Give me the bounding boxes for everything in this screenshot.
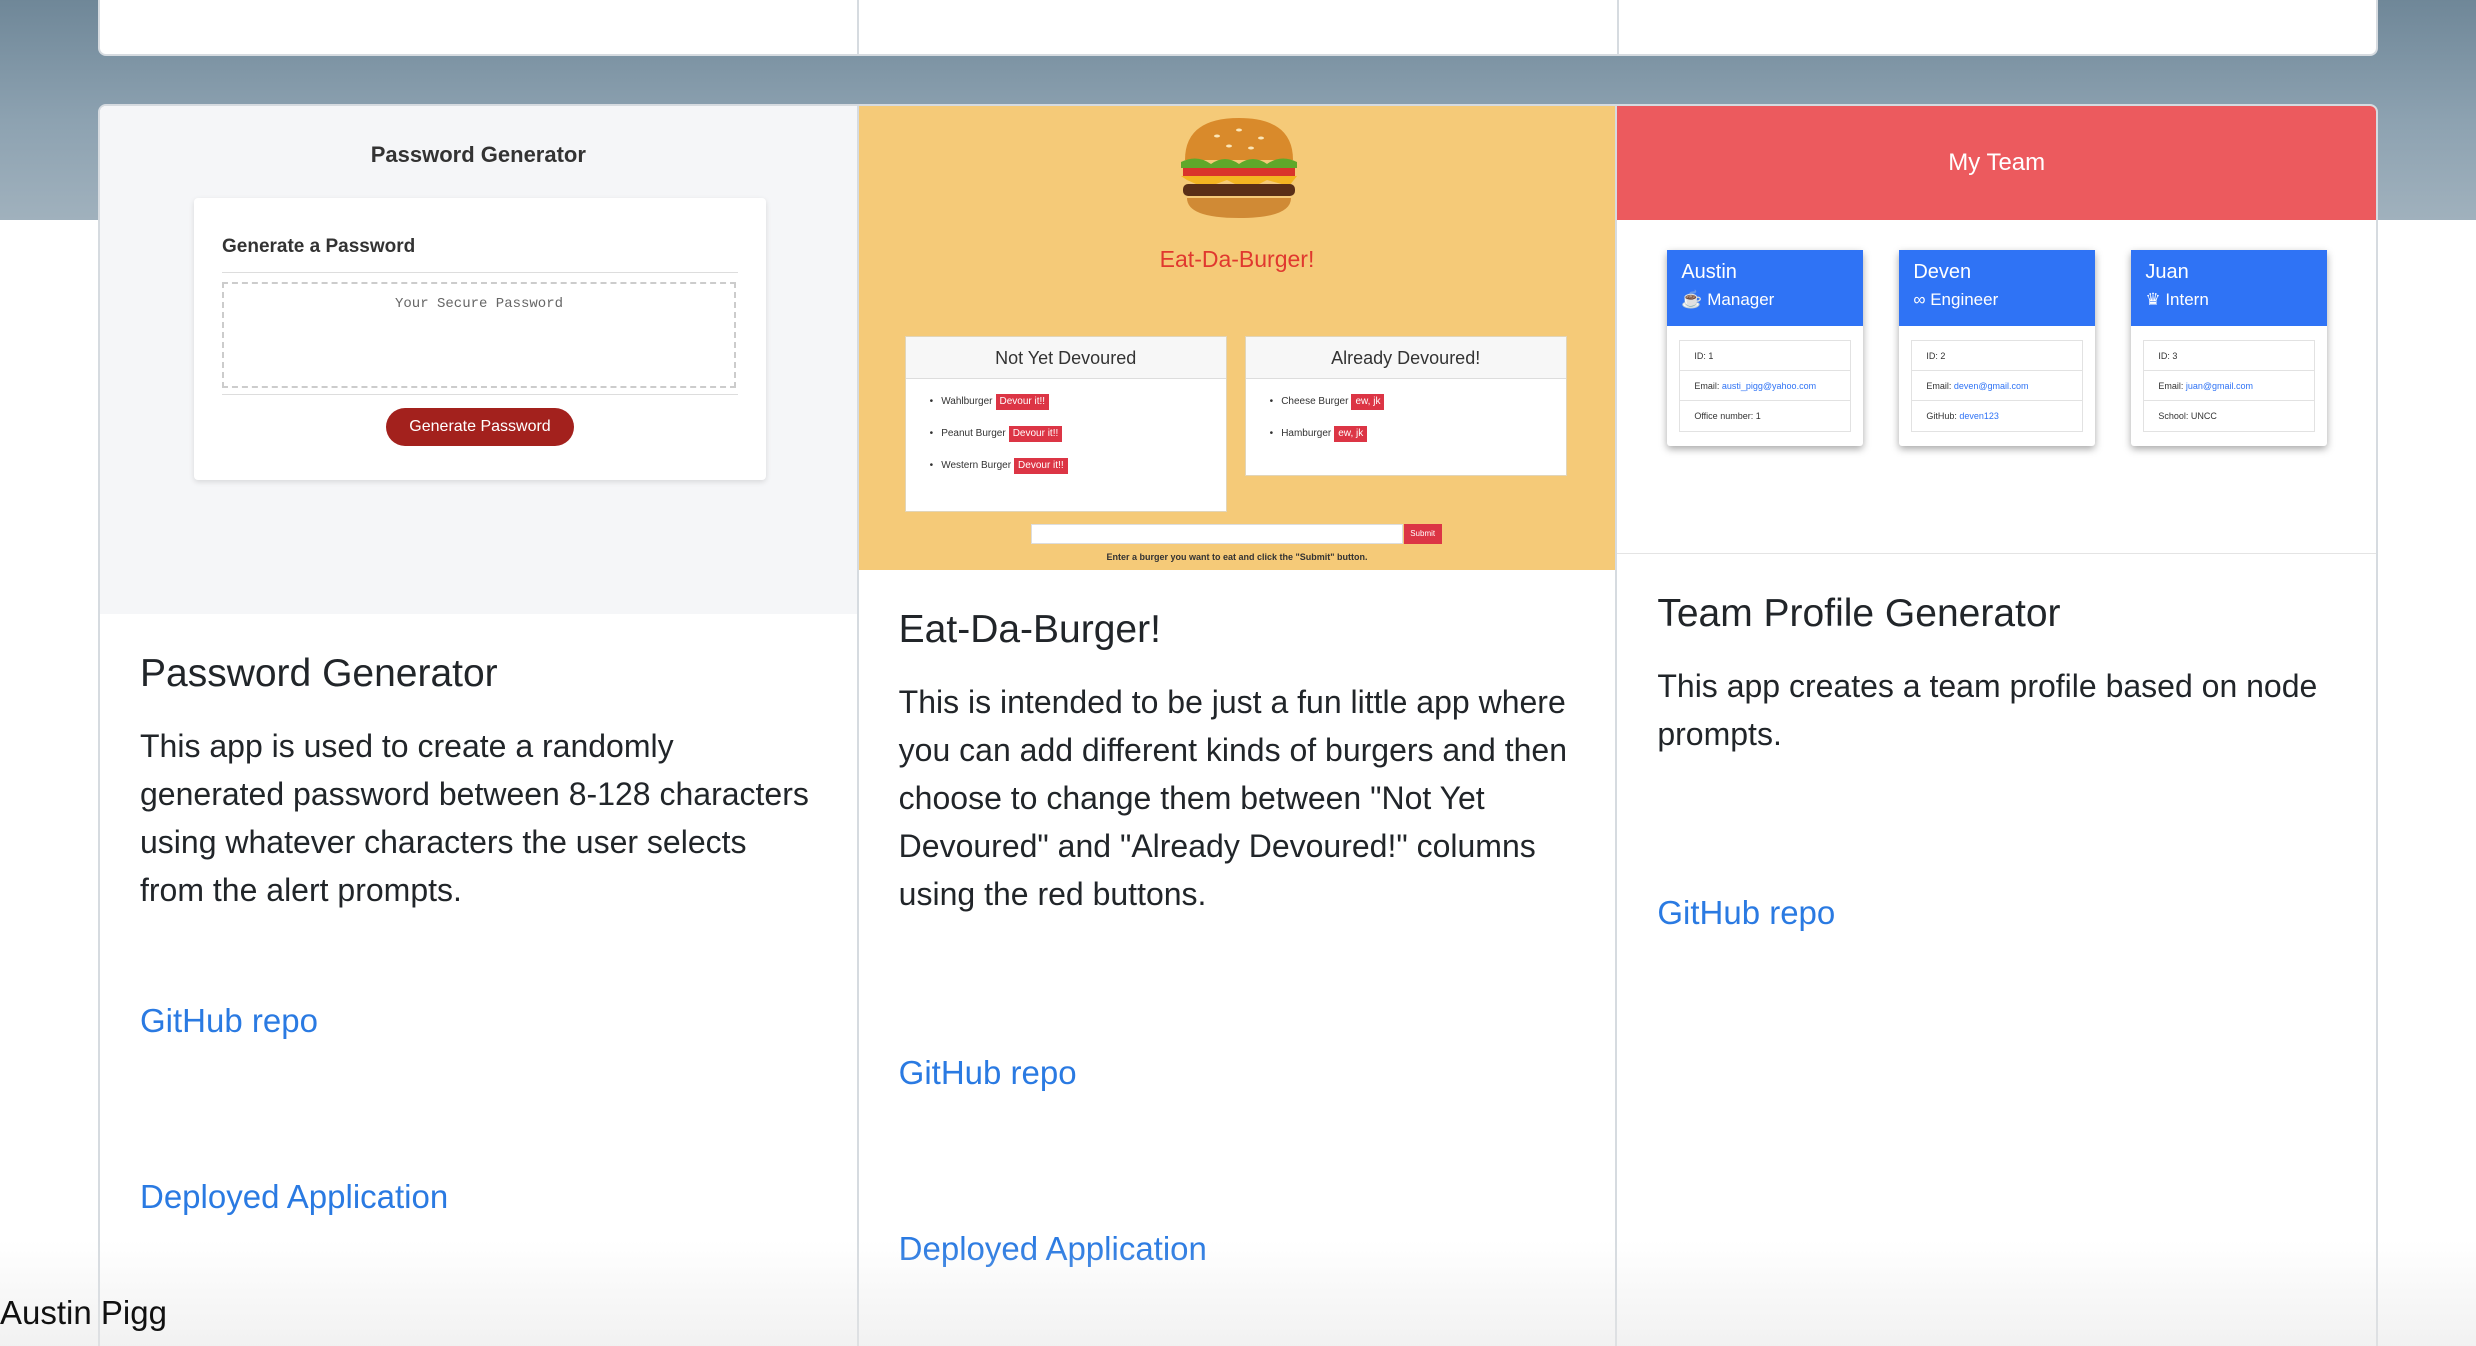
employee-card: Austin ☕ Manager ID: 1 Email: austi_pigg… bbox=[1667, 250, 1864, 446]
employee-role: Intern bbox=[2165, 290, 2209, 309]
card-title: Eat-Da-Burger! bbox=[898, 608, 1161, 651]
employee-card: Deven ∞ Engineer ID: 2 Email: deven@gmai… bbox=[1899, 250, 2096, 446]
project-screenshot[interactable]: My Team Austin ☕ Manager ID: 1 Email: au… bbox=[1617, 106, 2376, 554]
preview-card-heading: Generate a Password bbox=[222, 236, 416, 257]
employee-id: ID: 3 bbox=[2144, 341, 2315, 371]
github-repo-link[interactable]: GitHub repo bbox=[1657, 894, 1835, 932]
previous-card bbox=[100, 0, 860, 54]
employee-role: Engineer bbox=[1930, 290, 1999, 309]
employee-info: ID: 3 Email: juan@gmail.com School: UNCC bbox=[2143, 340, 2316, 432]
employee-info: ID: 2 Email: deven@gmail.com GitHub: dev… bbox=[1911, 340, 2084, 432]
divider bbox=[222, 394, 738, 395]
not-yet-devoured-panel: Not Yet Devoured WahlburgerDevour it!! P… bbox=[904, 336, 1227, 512]
panel-heading: Already Devoured! bbox=[1245, 337, 1566, 379]
project-screenshot[interactable]: Password Generator Generate a Password Y… bbox=[100, 106, 857, 614]
coffee-icon: ☕ bbox=[1681, 290, 1703, 309]
list-item: Hamburgerew, jk bbox=[1270, 423, 1566, 455]
burger-input bbox=[1030, 524, 1403, 544]
graduate-icon: ♛ bbox=[2145, 290, 2161, 309]
email-link: deven@gmail.com bbox=[1953, 381, 2029, 391]
github-label: GitHub: bbox=[1926, 411, 1957, 421]
github-repo-link[interactable]: GitHub repo bbox=[140, 1002, 318, 1040]
email-label: Email: bbox=[1926, 381, 1952, 391]
devour-button: Devour it!! bbox=[1008, 426, 1063, 442]
card-description: This app is used to create a randomly ge… bbox=[140, 728, 809, 908]
already-devoured-panel: Already Devoured! Cheese Burgerew, jk Ha… bbox=[1244, 336, 1567, 476]
card-description: This app creates a team profile based on… bbox=[1657, 668, 2318, 752]
password-textarea: Your Secure Password bbox=[222, 282, 736, 388]
employee-info: ID: 1 Email: austi_pigg@yahoo.com Office… bbox=[1679, 340, 1852, 432]
divider bbox=[222, 272, 738, 273]
list-item: Cheese Burgerew, jk bbox=[1270, 391, 1566, 423]
burger-name: Hamburger bbox=[1281, 428, 1332, 439]
previous-cards-row bbox=[98, 0, 2378, 56]
devour-button: Devour it!! bbox=[1014, 458, 1068, 474]
github-link: deven123 bbox=[1959, 411, 1999, 421]
project-card-eat-da-burger: Eat-Da-Burger! Not Yet Devoured Wahlburg… bbox=[858, 106, 1618, 1346]
undo-button: ew, jk bbox=[1351, 394, 1385, 410]
list-item: WahlburgerDevour it!! bbox=[930, 391, 1226, 423]
employee-role: Manager bbox=[1707, 290, 1775, 309]
previous-card bbox=[859, 0, 1619, 54]
employee-extra: School: UNCC bbox=[2158, 411, 2217, 421]
employee-name: Deven bbox=[1913, 261, 1972, 283]
employee-email-row: Email: deven@gmail.com bbox=[1912, 371, 2083, 401]
input-hint: Enter a burger you want to eat and click… bbox=[1106, 552, 1368, 562]
project-card-password-generator: Password Generator Generate a Password Y… bbox=[100, 106, 859, 1346]
burger-name: Western Burger bbox=[941, 460, 1012, 471]
employee-card: Juan ♛ Intern ID: 3 Email: juan@gmail.co… bbox=[2131, 250, 2328, 446]
employee-email-row: Email: juan@gmail.com bbox=[2144, 371, 2315, 401]
email-link: juan@gmail.com bbox=[2185, 381, 2254, 391]
burger-name: Cheese Burger bbox=[1281, 396, 1349, 407]
deployed-application-link[interactable]: Deployed Application bbox=[140, 1178, 448, 1216]
employee-id: ID: 2 bbox=[1912, 341, 2083, 371]
burger-name: Peanut Burger bbox=[941, 428, 1006, 439]
footer-author: Austin Pigg bbox=[0, 1294, 167, 1331]
card-title: Password Generator bbox=[140, 652, 498, 695]
card-description: This is intended to be just a fun little… bbox=[898, 684, 1567, 912]
preview-header: My Team bbox=[1617, 106, 2376, 220]
burger-name: Wahlburger bbox=[941, 396, 993, 407]
employee-extra: Office number: 1 bbox=[1694, 411, 1761, 421]
list-item: Western BurgerDevour it!! bbox=[930, 455, 1226, 487]
generate-password-button: Generate Password bbox=[386, 408, 574, 446]
list-item: Peanut BurgerDevour it!! bbox=[930, 423, 1226, 455]
glasses-icon: ∞ bbox=[1913, 290, 1926, 309]
employee-github-row: GitHub: deven123 bbox=[1912, 401, 2082, 431]
project-card-deck: Password Generator Generate a Password Y… bbox=[98, 104, 2378, 1346]
card-title: Team Profile Generator bbox=[1657, 592, 2061, 635]
github-repo-link[interactable]: GitHub repo bbox=[899, 1054, 1077, 1092]
employee-name: Juan bbox=[2145, 261, 2189, 283]
employee-name: Austin bbox=[1681, 261, 1737, 283]
preview-card: Generate a Password Your Secure Password… bbox=[194, 198, 766, 480]
email-label: Email: bbox=[1694, 381, 1720, 391]
deployed-application-link[interactable]: Deployed Application bbox=[899, 1230, 1207, 1268]
burger-icon bbox=[1180, 118, 1297, 218]
employee-email-row: Email: austi_pigg@yahoo.com bbox=[1680, 371, 1851, 401]
email-link: austi_pigg@yahoo.com bbox=[1721, 381, 1817, 391]
undo-button: ew, jk bbox=[1334, 426, 1368, 442]
preview-title: Password Generator bbox=[370, 142, 586, 167]
email-label: Email: bbox=[2158, 381, 2184, 391]
project-screenshot[interactable]: Eat-Da-Burger! Not Yet Devoured Wahlburg… bbox=[858, 106, 1616, 570]
employee-id: ID: 1 bbox=[1680, 341, 1851, 371]
previous-card bbox=[1619, 0, 2376, 54]
preview-title: Eat-Da-Burger! bbox=[1159, 246, 1315, 272]
submit-button: Submit bbox=[1403, 524, 1442, 544]
project-card-team-profile-generator: My Team Austin ☕ Manager ID: 1 Email: au… bbox=[1617, 106, 2376, 1346]
panel-heading: Not Yet Devoured bbox=[905, 337, 1226, 379]
devour-button: Devour it!! bbox=[995, 394, 1050, 410]
